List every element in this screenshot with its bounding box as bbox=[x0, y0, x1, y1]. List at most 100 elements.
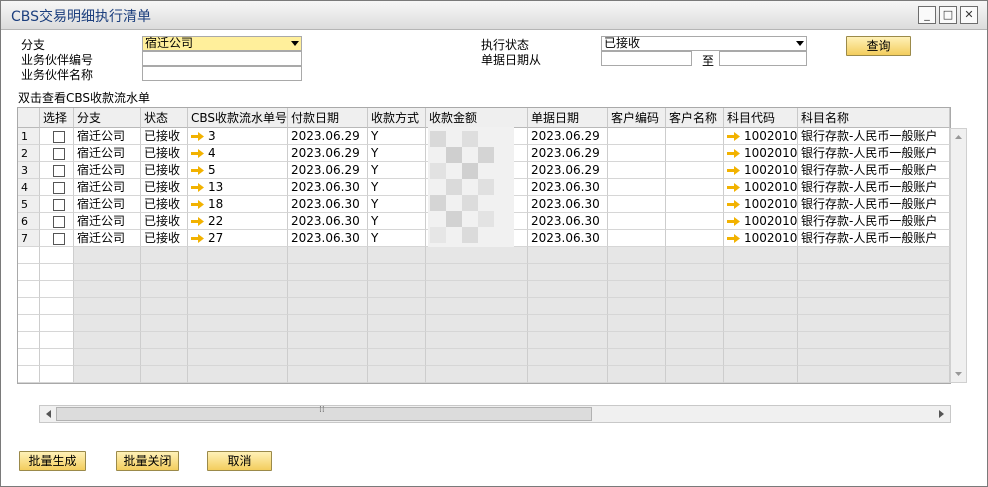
account-code-cell-text: 10020101 bbox=[744, 197, 798, 211]
select-checkbox[interactable] bbox=[40, 349, 74, 366]
branch-select[interactable]: 宿迁公司 bbox=[142, 36, 302, 51]
scroll-right-icon[interactable] bbox=[934, 407, 948, 421]
method-cell: Y bbox=[368, 213, 426, 230]
batch-close-button[interactable]: 批量关闭 bbox=[116, 451, 179, 471]
doc-date-cell: 2023.06.30 bbox=[528, 196, 608, 213]
select-checkbox[interactable] bbox=[53, 216, 65, 228]
select-checkbox[interactable] bbox=[40, 281, 74, 298]
query-button[interactable]: 查询 bbox=[846, 36, 911, 56]
select-checkbox[interactable] bbox=[40, 230, 74, 247]
select-checkbox[interactable] bbox=[40, 264, 74, 281]
status-cell bbox=[141, 366, 188, 383]
header-doc-date[interactable]: 单据日期 bbox=[528, 108, 608, 128]
link-arrow-icon[interactable] bbox=[727, 234, 740, 243]
header-customer-name[interactable]: 客户名称 bbox=[666, 108, 724, 128]
header-status[interactable]: 状态 bbox=[141, 108, 188, 128]
select-checkbox[interactable] bbox=[40, 332, 74, 349]
link-arrow-icon[interactable] bbox=[727, 200, 740, 209]
header-account-name[interactable]: 科目名称 bbox=[798, 108, 950, 128]
header-amount[interactable]: 收款金额 bbox=[426, 108, 528, 128]
link-arrow-icon[interactable] bbox=[727, 183, 740, 192]
branch-cell-text: 宿迁公司 bbox=[77, 180, 126, 194]
select-checkbox[interactable] bbox=[40, 196, 74, 213]
header-serial[interactable]: CBS收款流水单号 bbox=[188, 108, 288, 128]
account-name-cell: 银行存款-人民币一般账户 bbox=[798, 230, 950, 247]
link-arrow-icon[interactable] bbox=[727, 132, 740, 141]
doc-date-to-field[interactable] bbox=[719, 51, 807, 66]
cancel-button[interactable]: 取消 bbox=[207, 451, 272, 471]
link-arrow-icon[interactable] bbox=[727, 149, 740, 158]
batch-generate-button[interactable]: 批量生成 bbox=[19, 451, 86, 471]
row-number-text: 5 bbox=[21, 198, 28, 211]
branch-cell bbox=[74, 264, 141, 281]
close-icon[interactable]: ✕ bbox=[960, 6, 978, 24]
row-number: 2 bbox=[18, 145, 40, 162]
header-pay-date[interactable]: 付款日期 bbox=[288, 108, 368, 128]
horizontal-scrollbar[interactable]: ⁞⁞ bbox=[39, 405, 951, 423]
row-number: 5 bbox=[18, 196, 40, 213]
partner-name-field[interactable] bbox=[142, 66, 302, 81]
doc-date-cell: 2023.06.29 bbox=[528, 145, 608, 162]
header-branch[interactable]: 分支 bbox=[74, 108, 141, 128]
select-checkbox[interactable] bbox=[40, 247, 74, 264]
horizontal-scroll-thumb[interactable]: ⁞⁞ bbox=[56, 405, 592, 421]
header-account-code[interactable]: 科目代码 bbox=[724, 108, 798, 128]
select-checkbox[interactable] bbox=[40, 213, 74, 230]
pay-date-cell-text: 2023.06.30 bbox=[291, 214, 360, 228]
minimize-icon[interactable]: _ bbox=[918, 6, 936, 24]
account-code-cell bbox=[724, 264, 798, 281]
link-arrow-icon[interactable] bbox=[191, 217, 204, 226]
scroll-up-icon[interactable] bbox=[951, 131, 966, 143]
branch-cell-text: 宿迁公司 bbox=[77, 163, 126, 177]
vertical-scrollbar[interactable] bbox=[950, 128, 967, 383]
chevron-down-icon bbox=[291, 41, 299, 46]
method-cell-text: Y bbox=[371, 214, 379, 228]
account-code-cell bbox=[724, 332, 798, 349]
select-checkbox[interactable] bbox=[53, 165, 65, 177]
select-checkbox[interactable] bbox=[40, 315, 74, 332]
select-checkbox[interactable] bbox=[53, 199, 65, 211]
link-arrow-icon[interactable] bbox=[191, 200, 204, 209]
customer-code-cell bbox=[608, 179, 666, 196]
select-checkbox[interactable] bbox=[53, 233, 65, 245]
branch-cell: 宿迁公司 bbox=[74, 230, 141, 247]
select-checkbox[interactable] bbox=[53, 148, 65, 160]
status-select[interactable]: 已接收 bbox=[601, 36, 807, 51]
link-arrow-icon[interactable] bbox=[191, 132, 204, 141]
select-checkbox[interactable] bbox=[40, 128, 74, 145]
link-arrow-icon[interactable] bbox=[191, 166, 204, 175]
partner-code-field[interactable] bbox=[142, 51, 302, 66]
account-code-cell: 10020101 bbox=[724, 196, 798, 213]
doc-date-from-field[interactable] bbox=[601, 51, 692, 66]
account-name-cell: 银行存款-人民币一般账户 bbox=[798, 128, 950, 145]
row-number: 1 bbox=[18, 128, 40, 145]
select-checkbox[interactable] bbox=[40, 298, 74, 315]
scroll-down-icon[interactable] bbox=[951, 368, 966, 380]
link-arrow-icon[interactable] bbox=[727, 166, 740, 175]
scroll-left-icon[interactable] bbox=[42, 407, 56, 421]
status-cell bbox=[141, 247, 188, 264]
header-select[interactable]: 选择 bbox=[40, 108, 74, 128]
link-arrow-icon[interactable] bbox=[191, 234, 204, 243]
link-arrow-icon[interactable] bbox=[191, 149, 204, 158]
account-name-cell-text: 银行存款-人民币一般账户 bbox=[801, 197, 938, 211]
empty-row bbox=[18, 349, 950, 366]
select-checkbox[interactable] bbox=[53, 182, 65, 194]
pay-date-cell bbox=[288, 281, 368, 298]
select-checkbox[interactable] bbox=[40, 366, 74, 383]
customer-code-cell bbox=[608, 349, 666, 366]
select-checkbox[interactable] bbox=[53, 131, 65, 143]
select-checkbox[interactable] bbox=[40, 179, 74, 196]
link-arrow-icon[interactable] bbox=[727, 217, 740, 226]
account-code-cell-text: 10020101 bbox=[744, 214, 798, 228]
select-checkbox[interactable] bbox=[40, 162, 74, 179]
title-bar[interactable]: CBS交易明细执行清单 _ □ ✕ bbox=[1, 1, 987, 30]
select-checkbox[interactable] bbox=[40, 145, 74, 162]
link-arrow-icon[interactable] bbox=[191, 183, 204, 192]
maximize-icon[interactable]: □ bbox=[939, 6, 957, 24]
doc-date-cell: 2023.06.30 bbox=[528, 213, 608, 230]
header-method[interactable]: 收款方式 bbox=[368, 108, 426, 128]
header-customer-code[interactable]: 客户编码 bbox=[608, 108, 666, 128]
pay-date-cell: 2023.06.29 bbox=[288, 145, 368, 162]
status-cell bbox=[141, 349, 188, 366]
